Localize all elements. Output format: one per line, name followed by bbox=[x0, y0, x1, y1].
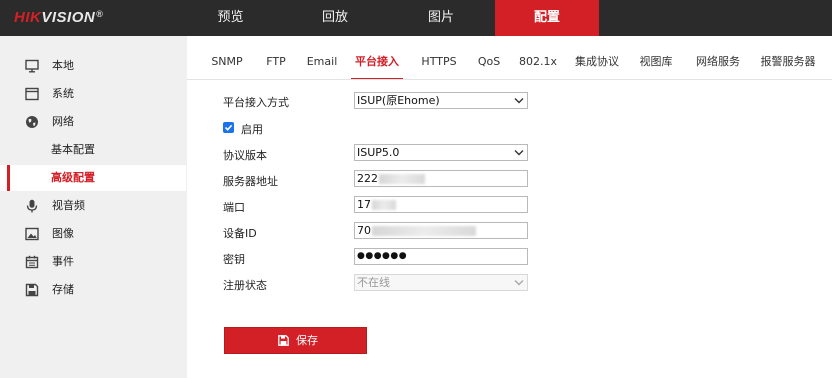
check-icon bbox=[224, 124, 233, 131]
tab-network-service[interactable]: 网络服务 bbox=[692, 48, 744, 78]
device-id-value: 70 bbox=[357, 224, 371, 237]
image-icon bbox=[25, 227, 39, 241]
protocol-version-select[interactable]: ISUP5.0 bbox=[354, 144, 528, 161]
key-input[interactable]: ●●●●●● bbox=[354, 248, 528, 265]
redacted-region bbox=[372, 200, 396, 210]
floppy-icon bbox=[25, 283, 39, 297]
register-status-value: 不在线 bbox=[357, 276, 390, 289]
device-id-label: 设备ID bbox=[223, 227, 257, 240]
brand-logo: HIKVISION® bbox=[14, 9, 104, 26]
device-id-input[interactable]: 70 bbox=[354, 222, 528, 239]
sidebar-item-system[interactable]: 系统 bbox=[0, 81, 186, 107]
port-value: 17 bbox=[357, 198, 371, 211]
sidebar-item-advanced-config[interactable]: 高级配置 bbox=[0, 165, 186, 191]
sidebar-item-basic-config[interactable]: 基本配置 bbox=[0, 137, 186, 163]
chevron-down-icon bbox=[514, 150, 524, 156]
port-input[interactable]: 17 bbox=[354, 196, 528, 213]
top-bar: HIKVISION® 预览 回放 图片 配置 bbox=[0, 0, 832, 36]
tab-view-library[interactable]: 视图库 bbox=[636, 48, 676, 78]
sidebar-item-label: 高级配置 bbox=[51, 171, 95, 184]
tab-alarm-server[interactable]: 报警服务器 bbox=[758, 48, 818, 78]
redacted-region bbox=[372, 226, 476, 236]
port-label: 端口 bbox=[223, 201, 245, 214]
sidebar-item-label: 基本配置 bbox=[51, 143, 95, 156]
calendar-icon bbox=[25, 255, 39, 269]
sidebar-item-label: 图像 bbox=[52, 227, 74, 240]
enable-checkbox[interactable] bbox=[223, 122, 234, 133]
server-address-label: 服务器地址 bbox=[223, 175, 278, 188]
protocol-version-label: 协议版本 bbox=[223, 149, 267, 162]
nav-configuration[interactable]: 配置 bbox=[495, 0, 599, 36]
main-panel: SNMP FTP Email 平台接入 HTTPS QoS 802.1x 集成协… bbox=[187, 36, 832, 378]
server-address-value: 222 bbox=[357, 172, 378, 185]
sidebar-item-local[interactable]: 本地 bbox=[0, 53, 186, 79]
sidebar-item-label: 视音频 bbox=[52, 199, 85, 212]
sidebar-item-video-audio[interactable]: 视音频 bbox=[0, 193, 186, 219]
chevron-down-icon bbox=[514, 98, 524, 104]
tab-platform-access[interactable]: 平台接入 bbox=[351, 48, 403, 80]
enable-label: 启用 bbox=[241, 123, 263, 136]
register-status-label: 注册状态 bbox=[223, 279, 267, 292]
sidebar-item-label: 存储 bbox=[52, 283, 74, 296]
sidebar-item-label: 系统 bbox=[52, 87, 74, 100]
tab-divider bbox=[187, 79, 832, 80]
save-button[interactable]: 保存 bbox=[224, 327, 367, 354]
tab-qos[interactable]: QoS bbox=[474, 48, 504, 78]
microphone-icon bbox=[26, 199, 38, 213]
key-label: 密钥 bbox=[223, 253, 245, 266]
access-mode-select[interactable]: ISUP(原Ehome) bbox=[354, 92, 528, 109]
tab-email[interactable]: Email bbox=[303, 48, 341, 78]
access-mode-value: ISUP(原Ehome) bbox=[357, 94, 440, 107]
sidebar-item-image[interactable]: 图像 bbox=[0, 221, 186, 247]
tab-8021x[interactable]: 802.1x bbox=[518, 48, 558, 78]
tab-https[interactable]: HTTPS bbox=[416, 48, 462, 78]
sidebar: 本地 系统 网络 基本配置 高级配置 视音频 图像 事件 存储 bbox=[0, 36, 186, 378]
tab-ftp[interactable]: FTP bbox=[261, 48, 291, 78]
access-mode-label: 平台接入方式 bbox=[223, 96, 289, 109]
redacted-region bbox=[379, 174, 425, 184]
floppy-icon bbox=[278, 335, 289, 346]
protocol-version-value: ISUP5.0 bbox=[357, 146, 400, 159]
chevron-down-icon bbox=[514, 280, 524, 286]
nav-playback[interactable]: 回放 bbox=[283, 0, 387, 36]
tab-snmp[interactable]: SNMP bbox=[207, 48, 247, 78]
globe-icon bbox=[26, 116, 38, 128]
tab-integration-protocol[interactable]: 集成协议 bbox=[572, 48, 622, 78]
sidebar-item-network[interactable]: 网络 bbox=[0, 109, 186, 135]
sidebar-item-event[interactable]: 事件 bbox=[0, 249, 186, 275]
window-icon bbox=[25, 87, 39, 101]
key-value: ●●●●●● bbox=[357, 251, 408, 261]
save-button-label: 保存 bbox=[296, 334, 318, 347]
nav-picture[interactable]: 图片 bbox=[387, 0, 495, 36]
server-address-input[interactable]: 222 bbox=[354, 170, 528, 187]
sidebar-item-label: 事件 bbox=[52, 255, 74, 268]
sidebar-item-storage[interactable]: 存储 bbox=[0, 277, 186, 303]
sidebar-item-label: 网络 bbox=[52, 115, 74, 128]
sidebar-item-label: 本地 bbox=[52, 59, 74, 72]
register-status-select: 不在线 bbox=[354, 274, 528, 291]
monitor-icon bbox=[25, 59, 39, 73]
nav-preview[interactable]: 预览 bbox=[178, 0, 283, 36]
